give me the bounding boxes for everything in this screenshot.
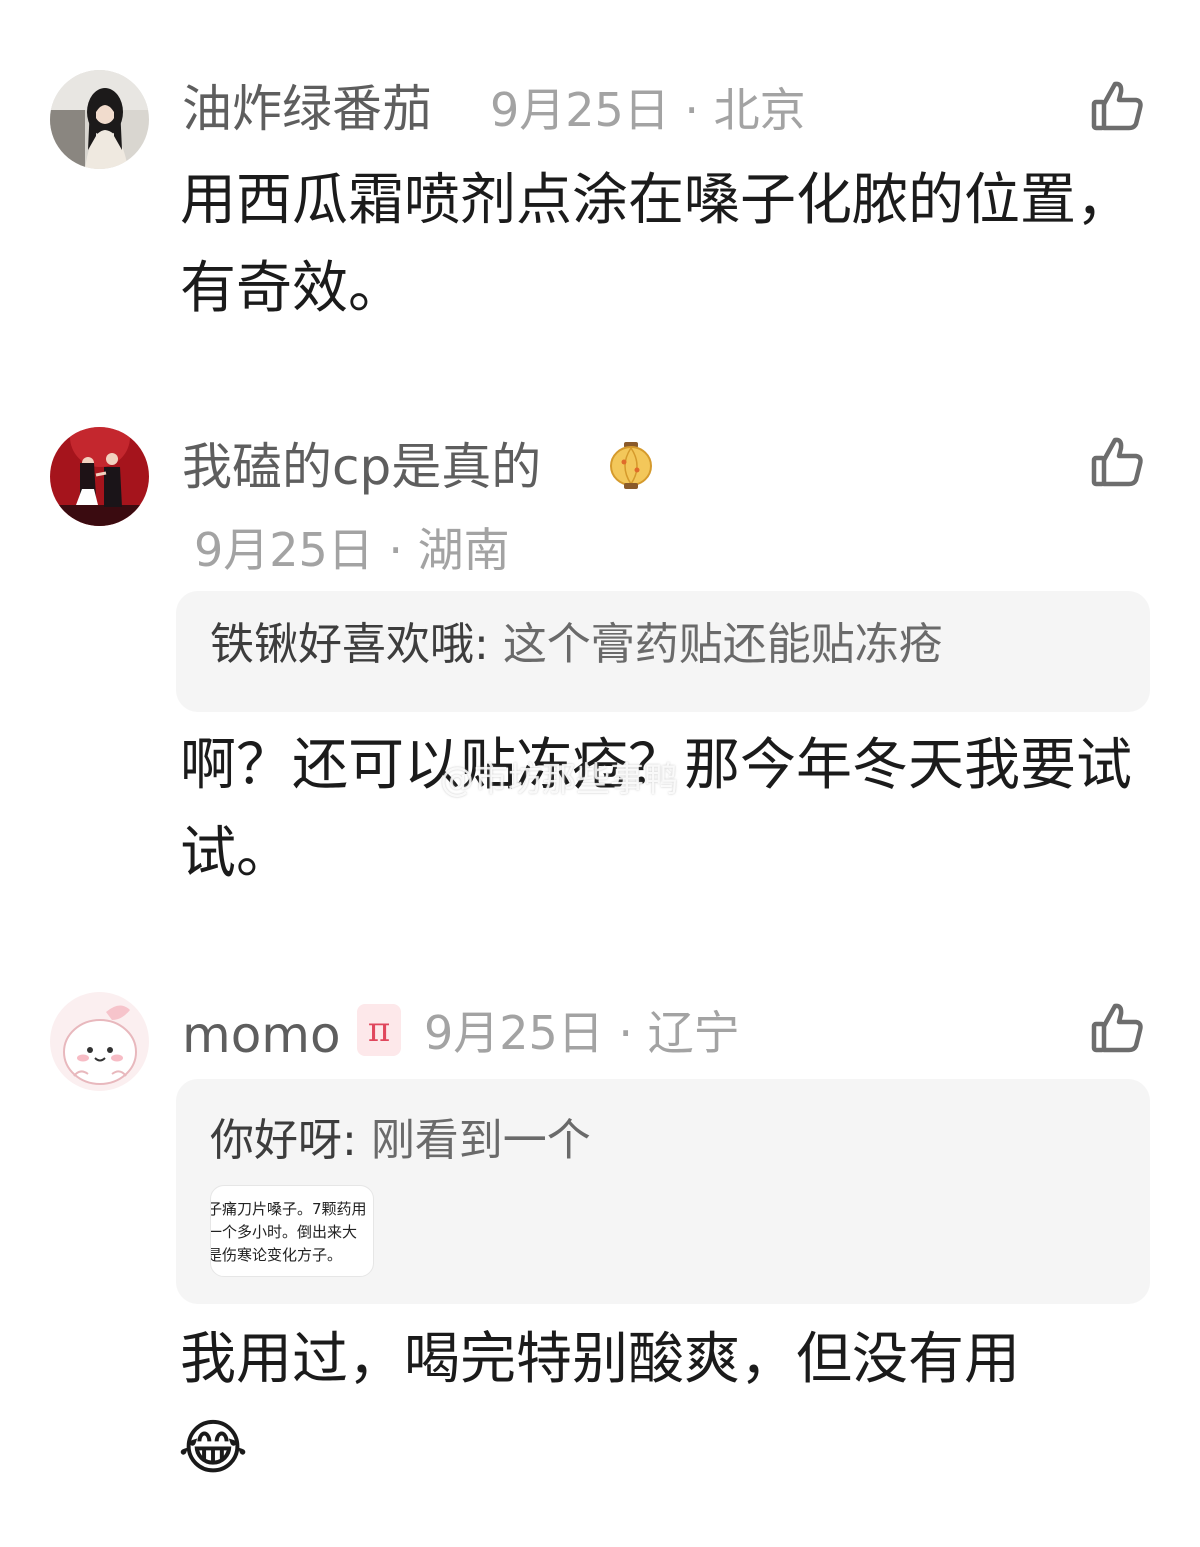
- image-thumbnail[interactable]: 子痛刀片嗓子。7颗药用 一个多小时。倒出来大 是伤寒论变化方子。: [210, 1185, 374, 1277]
- comment-body: 我用过，喝完特别酸爽，但没有用: [180, 1327, 1020, 1392]
- like-icon[interactable]: [1090, 1000, 1146, 1056]
- thumbnail-text-line: 一个多小时。倒出来大: [210, 1223, 358, 1241]
- comment-meta: 9月25日 · 北京: [490, 83, 806, 137]
- laughing-tears-emoji: 😂: [178, 1413, 249, 1483]
- comment-meta: 9月25日 · 辽宁: [424, 1006, 740, 1060]
- username[interactable]: 油炸绿番茄: [182, 84, 432, 134]
- quote-text: 刚看到一个: [370, 1115, 591, 1166]
- quote-line: 你好呀: 刚看到一个: [210, 1119, 591, 1163]
- comment-body: 啊？还可以贴冻疮？那今年冬天我要试试。: [180, 733, 1132, 886]
- quote-text: 这个膏药贴还能贴冻疮: [502, 619, 943, 670]
- quote-author: 铁锹好喜欢哦:: [210, 619, 503, 670]
- quoted-reply[interactable]: 铁锹好喜欢哦: 这个膏药贴还能贴冻疮: [176, 591, 1150, 712]
- pi-badge: π: [357, 1004, 401, 1056]
- comment-meta: 9月25日 · 湖南: [194, 523, 510, 577]
- like-icon[interactable]: [1090, 434, 1146, 490]
- quote-author: 你好呀:: [210, 1115, 371, 1166]
- quote-line: 铁锹好喜欢哦: 这个膏药贴还能贴冻疮: [210, 623, 943, 667]
- avatar[interactable]: [50, 427, 149, 526]
- avatar[interactable]: [50, 992, 149, 1091]
- lantern-icon: [607, 440, 655, 492]
- avatar[interactable]: [50, 70, 149, 169]
- comment-body: 用西瓜霜喷剂点涂在嗓子化脓的位置，有奇效。: [180, 168, 1132, 321]
- like-icon[interactable]: [1090, 78, 1146, 134]
- username[interactable]: momo: [182, 1010, 341, 1060]
- thumbnail-text-line: 是伤寒论变化方子。: [210, 1246, 343, 1264]
- quoted-reply[interactable]: 你好呀: 刚看到一个 子痛刀片嗓子。7颗药用 一个多小时。倒出来大 是伤寒论变化…: [176, 1079, 1150, 1304]
- thumbnail-text-line: 子痛刀片嗓子。7颗药用: [210, 1200, 367, 1218]
- username[interactable]: 我磕的cp是真的: [182, 442, 541, 492]
